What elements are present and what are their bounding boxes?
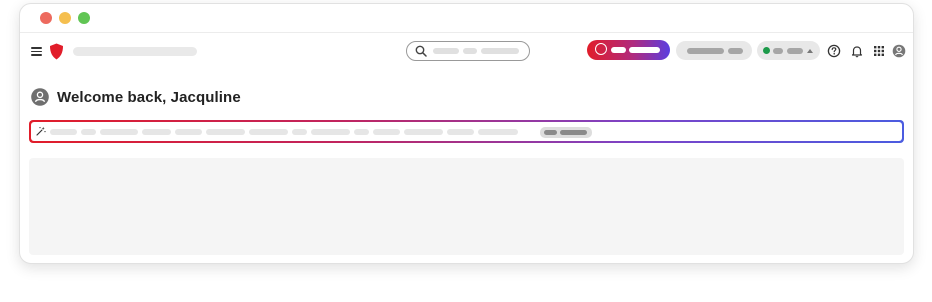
welcome-heading: Welcome back, Jacquline: [57, 89, 241, 106]
title-bar: [20, 4, 913, 33]
prompt-placeholder-part: [311, 129, 350, 135]
hamburger-icon[interactable]: [31, 47, 42, 56]
prompt-placeholder-part: [354, 129, 369, 135]
bell-icon[interactable]: [850, 44, 864, 58]
prompt-placeholder-part: [100, 129, 138, 135]
app-grid-icon[interactable]: [872, 44, 886, 58]
minimize-window-button[interactable]: [59, 12, 71, 24]
status-dropdown[interactable]: [757, 41, 820, 60]
prompt-placeholder-part: [404, 129, 443, 135]
prompt-placeholder-part: [447, 129, 474, 135]
prompt-placeholder-part: [373, 129, 400, 135]
user-avatar-icon: [31, 88, 49, 106]
status-dot: [763, 47, 770, 54]
status-label-part: [787, 48, 803, 54]
ring-icon: [595, 43, 607, 55]
shield-logo-icon[interactable]: [49, 43, 64, 60]
search-icon: [415, 45, 427, 57]
ai-button-label-part: [629, 47, 660, 53]
caret-up-icon: [807, 49, 813, 53]
prompt-placeholder-part: [292, 129, 307, 135]
search-placeholder-part: [463, 48, 477, 54]
prompt-suggestion-chip[interactable]: [540, 127, 592, 138]
ai-prompt-input[interactable]: [29, 120, 904, 143]
search-input[interactable]: [406, 41, 530, 61]
help-icon[interactable]: [827, 44, 841, 58]
content-panel: [29, 158, 904, 255]
secondary-button-label-part: [687, 48, 724, 54]
prompt-placeholder-part: [478, 129, 518, 135]
chip-label-part: [544, 130, 557, 135]
user-avatar-icon[interactable]: [892, 44, 906, 58]
chip-label-part: [560, 130, 587, 135]
prompt-placeholder-part: [142, 129, 171, 135]
browser-window: Welcome back, Jacquline: [19, 3, 914, 264]
breadcrumb-placeholder[interactable]: [73, 47, 197, 56]
zoom-window-button[interactable]: [78, 12, 90, 24]
status-label-part: [773, 48, 783, 54]
prompt-placeholder-part: [50, 129, 77, 135]
prompt-placeholder-part: [249, 129, 288, 135]
ai-assistant-button[interactable]: [587, 40, 670, 60]
ai-button-label-part: [611, 47, 626, 53]
secondary-button-label-part: [728, 48, 743, 54]
search-placeholder-part: [481, 48, 519, 54]
search-placeholder-part: [433, 48, 459, 54]
prompt-placeholder-part: [81, 129, 96, 135]
secondary-action-button[interactable]: [676, 41, 752, 60]
prompt-placeholder-part: [175, 129, 202, 135]
sparkle-icon: [36, 126, 46, 136]
prompt-placeholder-part: [206, 129, 245, 135]
top-navigation-bar: [20, 33, 913, 71]
close-window-button[interactable]: [40, 12, 52, 24]
ai-prompt-field[interactable]: [31, 122, 902, 141]
